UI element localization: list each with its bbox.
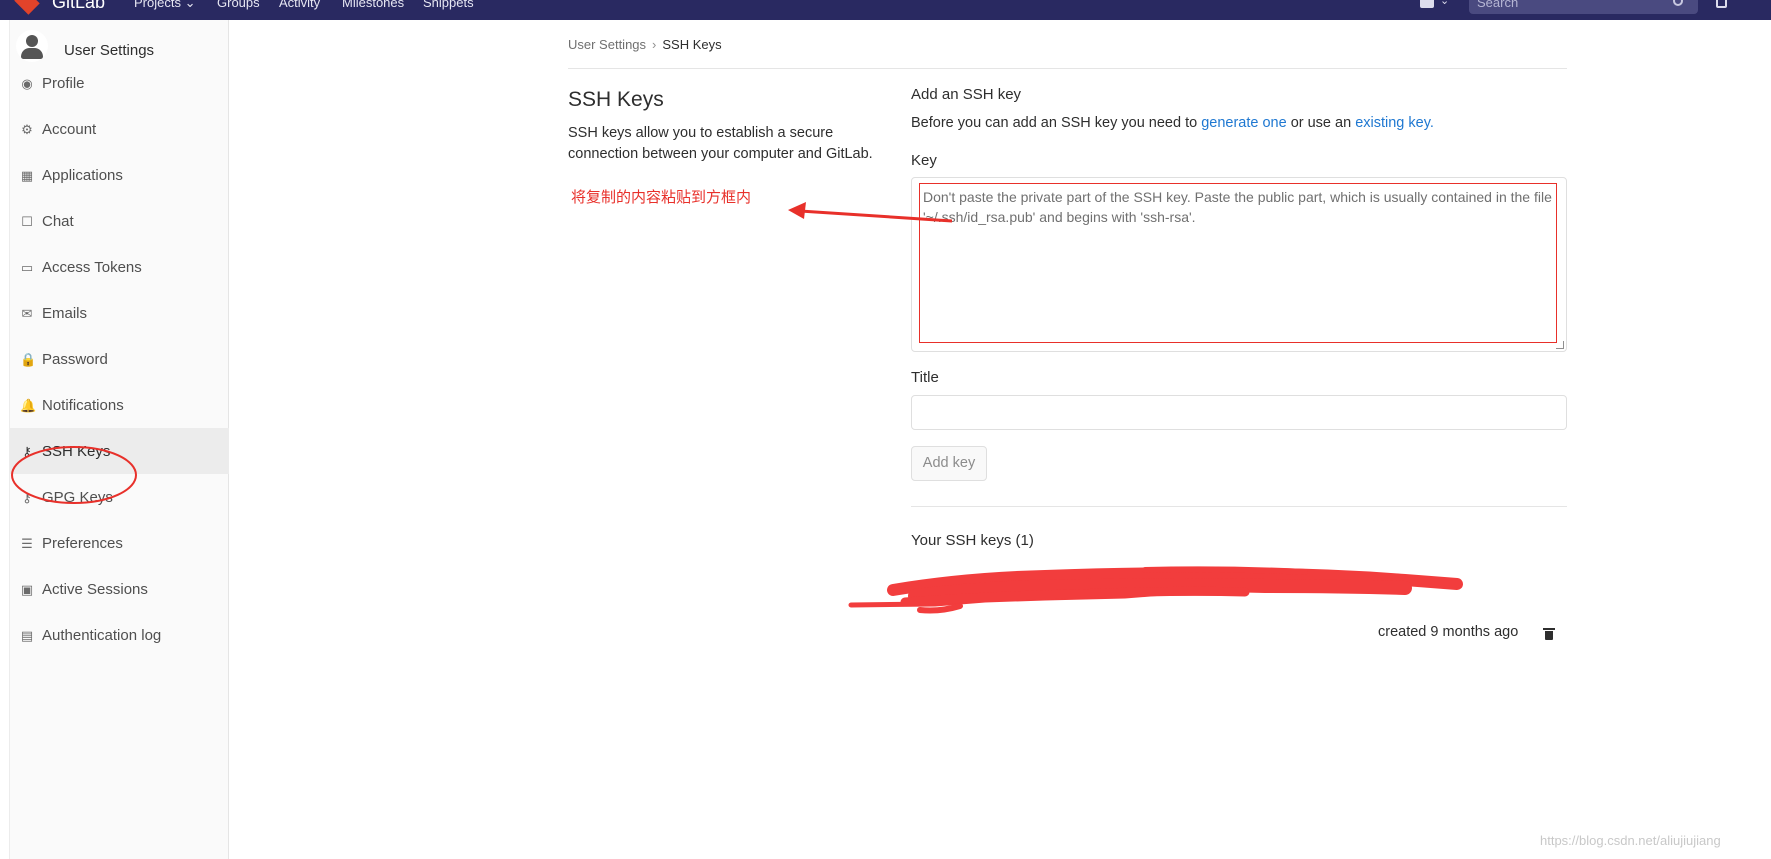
sidebar-title: User Settings bbox=[64, 42, 155, 59]
sidebar-item-notifications[interactable]: 🔔 Notifications bbox=[10, 382, 229, 428]
chat-icon: ☐ bbox=[21, 214, 33, 229]
sidebar-item-label: Password bbox=[42, 351, 108, 368]
sidebar-item-label: Chat bbox=[42, 213, 74, 230]
profile-icon: ◉ bbox=[21, 76, 33, 91]
generate-one-link[interactable]: generate one bbox=[1201, 115, 1286, 131]
sidebar-item-label: Notifications bbox=[42, 397, 124, 414]
chevron-right-icon: › bbox=[652, 37, 657, 52]
sidebar-item-ssh-keys[interactable]: ⚷ SSH Keys bbox=[10, 428, 229, 474]
key-icon: ⚷ bbox=[22, 444, 32, 459]
account-icon: ⚙ bbox=[21, 122, 33, 137]
trash-icon[interactable] bbox=[1543, 628, 1555, 640]
form-heading: Add an SSH key bbox=[911, 86, 1022, 103]
search-placeholder: Search bbox=[1477, 0, 1519, 10]
breadcrumb-current[interactable]: SSH Keys bbox=[662, 37, 721, 52]
brand-name[interactable]: GitLab bbox=[52, 0, 105, 13]
sidebar-item-label: SSH Keys bbox=[42, 443, 111, 460]
avatar bbox=[16, 30, 48, 62]
new-item-icon[interactable] bbox=[1420, 0, 1434, 8]
divider bbox=[911, 506, 1567, 507]
sidebar-item-active-sessions[interactable]: ▣ Active Sessions bbox=[10, 566, 229, 612]
breadcrumb: User Settings › SSH Keys bbox=[568, 37, 722, 52]
page-title: SSH Keys bbox=[568, 88, 664, 111]
gpg-key-icon: ⚷ bbox=[22, 490, 32, 505]
sidebar-item-label: GPG Keys bbox=[42, 489, 113, 506]
resize-handle-icon[interactable] bbox=[1556, 341, 1564, 349]
sidebar-item-access-tokens[interactable]: ▭ Access Tokens bbox=[10, 244, 229, 290]
gitlab-logo-icon[interactable] bbox=[14, 0, 40, 15]
nav-activity[interactable]: Activity bbox=[279, 0, 320, 10]
title-label: Title bbox=[911, 369, 939, 386]
sidebar-item-chat[interactable]: ☐ Chat bbox=[10, 198, 229, 244]
notifications-icon: 🔔 bbox=[20, 398, 37, 413]
chevron-down-icon[interactable]: ⌄ bbox=[1440, 0, 1449, 7]
nav-snippets[interactable]: Snippets bbox=[423, 0, 474, 10]
active-sessions-icon: ▣ bbox=[20, 582, 34, 597]
sidebar-item-label: Profile bbox=[42, 75, 85, 92]
sidebar-item-label: Account bbox=[42, 121, 97, 138]
sidebar-item-label: Preferences bbox=[42, 535, 123, 552]
annotation-box bbox=[919, 183, 1557, 343]
password-icon: 🔒 bbox=[20, 352, 37, 367]
settings-sidebar: User Settings ◉ Profile ⚙ Account ▦ Applicati… bbox=[9, 20, 229, 859]
authentication-log-icon: ▤ bbox=[20, 628, 34, 643]
sidebar-item-account[interactable]: ⚙ Account bbox=[10, 106, 229, 152]
sidebar-item-profile[interactable]: ◉ Profile bbox=[10, 60, 229, 106]
emails-icon: ✉ bbox=[21, 306, 33, 321]
sidebar-item-gpg-keys[interactable]: ⚷ GPG Keys bbox=[10, 474, 229, 520]
nav-projects[interactable]: Projects ⌄ bbox=[134, 0, 196, 11]
redacted-key-entry[interactable] bbox=[845, 560, 1465, 620]
annotation-note: 将复制的内容粘贴到方框内 bbox=[571, 188, 752, 206]
existing-key-link[interactable]: existing key. bbox=[1355, 115, 1434, 131]
todo-icon[interactable] bbox=[1716, 0, 1727, 8]
title-input[interactable] bbox=[911, 395, 1567, 430]
preferences-icon: ☰ bbox=[21, 536, 33, 551]
key-label: Key bbox=[911, 152, 937, 169]
keys-list-heading: Your SSH keys (1) bbox=[911, 532, 1034, 549]
sidebar-item-applications[interactable]: ▦ Applications bbox=[10, 152, 229, 198]
top-navbar: GitLab Projects ⌄ Groups Activity Milest… bbox=[0, 0, 1771, 20]
applications-icon: ▦ bbox=[20, 168, 34, 183]
sidebar-item-label: Access Tokens bbox=[42, 259, 142, 276]
access-tokens-icon: ▭ bbox=[20, 260, 34, 275]
sidebar-item-preferences[interactable]: ☰ Preferences bbox=[10, 520, 229, 566]
divider bbox=[568, 68, 1567, 69]
sidebar-item-emails[interactable]: ✉ Emails bbox=[10, 290, 229, 336]
watermark: https://blog.csdn.net/aliujiujiang bbox=[1540, 833, 1721, 848]
add-key-button[interactable]: Add key bbox=[911, 446, 987, 481]
nav-groups[interactable]: Groups bbox=[217, 0, 260, 10]
breadcrumb-parent[interactable]: User Settings bbox=[568, 37, 646, 52]
nav-milestones[interactable]: Milestones bbox=[342, 0, 404, 10]
key-created-time: created 9 months ago bbox=[1378, 624, 1519, 640]
sidebar-item-label: Active Sessions bbox=[42, 581, 148, 598]
sidebar-item-password[interactable]: 🔒 Password bbox=[10, 336, 229, 382]
form-intro: Before you can add an SSH key you need t… bbox=[911, 115, 1434, 131]
sidebar-item-label: Authentication log bbox=[42, 627, 162, 644]
sidebar-item-label: Emails bbox=[42, 305, 88, 322]
section-description: SSH keys allow you to establish a secure… bbox=[568, 125, 873, 162]
sidebar-item-authentication-log[interactable]: ▤ Authentication log bbox=[10, 612, 229, 658]
arrow-head-icon bbox=[788, 202, 806, 219]
sidebar-item-label: Applications bbox=[42, 167, 123, 184]
